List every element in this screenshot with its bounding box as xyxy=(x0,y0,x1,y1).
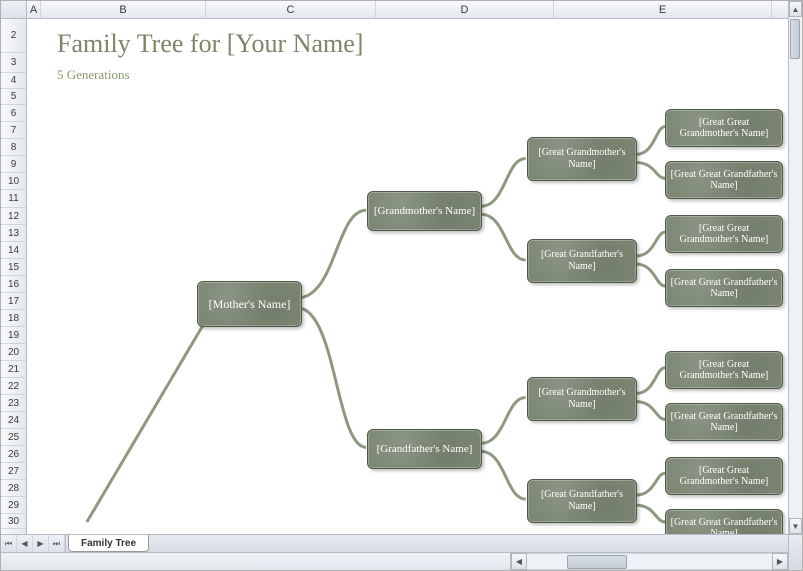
row-header-19[interactable]: 19 xyxy=(1,327,26,344)
vscroll-thumb[interactable] xyxy=(790,19,800,59)
column-header-e[interactable]: E xyxy=(554,1,772,18)
row-header-13[interactable]: 13 xyxy=(1,225,26,242)
worksheet-area[interactable]: Family Tree for [Your Name] 5 Generation… xyxy=(27,19,788,534)
hscroll-right-button[interactable]: ▶ xyxy=(772,553,788,570)
hscroll-spacer xyxy=(1,553,511,570)
row-header-29[interactable]: 29 xyxy=(1,497,26,514)
row-header-12[interactable]: 12 xyxy=(1,208,26,225)
row-header-20[interactable]: 20 xyxy=(1,344,26,361)
tree-node-gg-grandmother-1[interactable]: [Great Great Grandmother's Name] xyxy=(665,109,783,147)
row-header-2[interactable]: 2 xyxy=(1,19,26,53)
row-header-4[interactable]: 4 xyxy=(1,73,26,89)
row-header-25[interactable]: 25 xyxy=(1,429,26,446)
scrollbar-corner xyxy=(789,534,802,570)
row-header-15[interactable]: 15 xyxy=(1,259,26,276)
vscroll-up-button[interactable]: ▲ xyxy=(789,1,802,17)
vscroll-down-button[interactable]: ▼ xyxy=(789,518,802,534)
tree-node-great-grandfather-2[interactable]: [Great Grandfather's Name] xyxy=(527,479,637,523)
column-header-a[interactable]: A xyxy=(27,1,41,18)
row-header-21[interactable]: 21 xyxy=(1,361,26,378)
row-header-5[interactable]: 5 xyxy=(1,89,26,105)
row-header-11[interactable]: 11 xyxy=(1,190,26,208)
hscroll-thumb[interactable] xyxy=(567,555,627,569)
row-header-10[interactable]: 10 xyxy=(1,173,26,190)
sheet-nav-first[interactable]: ⏮ xyxy=(1,535,17,552)
row-header-18[interactable]: 18 xyxy=(1,310,26,327)
row-header-14[interactable]: 14 xyxy=(1,242,26,259)
tree-node-mother[interactable]: [Mother's Name] xyxy=(197,281,302,327)
sheet-nav-last[interactable]: ⏭ xyxy=(49,535,65,552)
tree-node-gg-grandfather-4[interactable]: [Great Great Grandfather's Name] xyxy=(665,509,783,534)
hscroll-left-button[interactable]: ◀ xyxy=(511,553,527,570)
row-header-27[interactable]: 27 xyxy=(1,463,26,480)
page-subtitle: 5 Generations xyxy=(57,67,130,83)
column-header-row: A B C D E xyxy=(1,1,788,19)
tree-node-great-grandfather-1[interactable]: [Great Grandfather's Name] xyxy=(527,239,637,283)
tree-node-gg-grandmother-3[interactable]: [Great Great Grandmother's Name] xyxy=(665,351,783,389)
row-header-6[interactable]: 6 xyxy=(1,105,26,122)
tree-node-great-grandmother-1[interactable]: [Great Grandmother's Name] xyxy=(527,137,637,181)
sheet-nav-group: ⏮ ◀ ▶ ⏭ xyxy=(1,535,66,552)
row-header-16[interactable]: 16 xyxy=(1,276,26,293)
row-header-26[interactable]: 26 xyxy=(1,446,26,463)
tree-node-great-grandmother-2[interactable]: [Great Grandmother's Name] xyxy=(527,377,637,421)
row-header-8[interactable]: 8 xyxy=(1,139,26,156)
tree-node-gg-grandmother-2[interactable]: [Great Great Grandmother's Name] xyxy=(665,215,783,253)
sheet-nav-prev[interactable]: ◀ xyxy=(17,535,33,552)
row-header-column: 2 3 4 5 6 7 8 9 10 11 12 13 14 15 16 17 … xyxy=(1,19,27,534)
select-all-corner[interactable] xyxy=(1,1,27,18)
vscroll-track[interactable] xyxy=(789,17,802,518)
tree-node-gg-grandfather-2[interactable]: [Great Great Grandfather's Name] xyxy=(665,269,783,307)
tree-node-gg-grandfather-3[interactable]: [Great Great Grandfather's Name] xyxy=(665,403,783,441)
tree-node-gg-grandmother-4[interactable]: [Great Great Grandmother's Name] xyxy=(665,457,783,495)
column-header-d[interactable]: D xyxy=(376,1,554,18)
tree-node-gg-grandfather-1[interactable]: [Great Great Grandfather's Name] xyxy=(665,161,783,199)
tree-node-grandmother[interactable]: [Grandmother's Name] xyxy=(367,191,482,231)
hscroll-track[interactable] xyxy=(527,553,772,570)
sheet-nav-next[interactable]: ▶ xyxy=(33,535,49,552)
row-header-7[interactable]: 7 xyxy=(1,122,26,139)
column-header-c[interactable]: C xyxy=(206,1,376,18)
sheet-tab-bar: ⏮ ◀ ▶ ⏭ Family Tree xyxy=(1,534,788,552)
tree-node-grandfather[interactable]: [Grandfather's Name] xyxy=(367,429,482,469)
row-header-30[interactable]: 30 xyxy=(1,514,26,529)
column-header-b[interactable]: B xyxy=(41,1,206,18)
row-header-3[interactable]: 3 xyxy=(1,53,26,73)
row-header-24[interactable]: 24 xyxy=(1,412,26,429)
sheet-tab-family-tree[interactable]: Family Tree xyxy=(68,535,149,552)
row-header-23[interactable]: 23 xyxy=(1,395,26,412)
vertical-scrollbar[interactable]: ▲ ▼ xyxy=(788,1,802,570)
row-header-22[interactable]: 22 xyxy=(1,378,26,395)
horizontal-scrollbar[interactable]: ◀ ▶ xyxy=(1,552,788,570)
page-title: Family Tree for [Your Name] xyxy=(57,29,363,59)
row-header-9[interactable]: 9 xyxy=(1,156,26,173)
row-header-17[interactable]: 17 xyxy=(1,293,26,310)
row-header-28[interactable]: 28 xyxy=(1,480,26,497)
